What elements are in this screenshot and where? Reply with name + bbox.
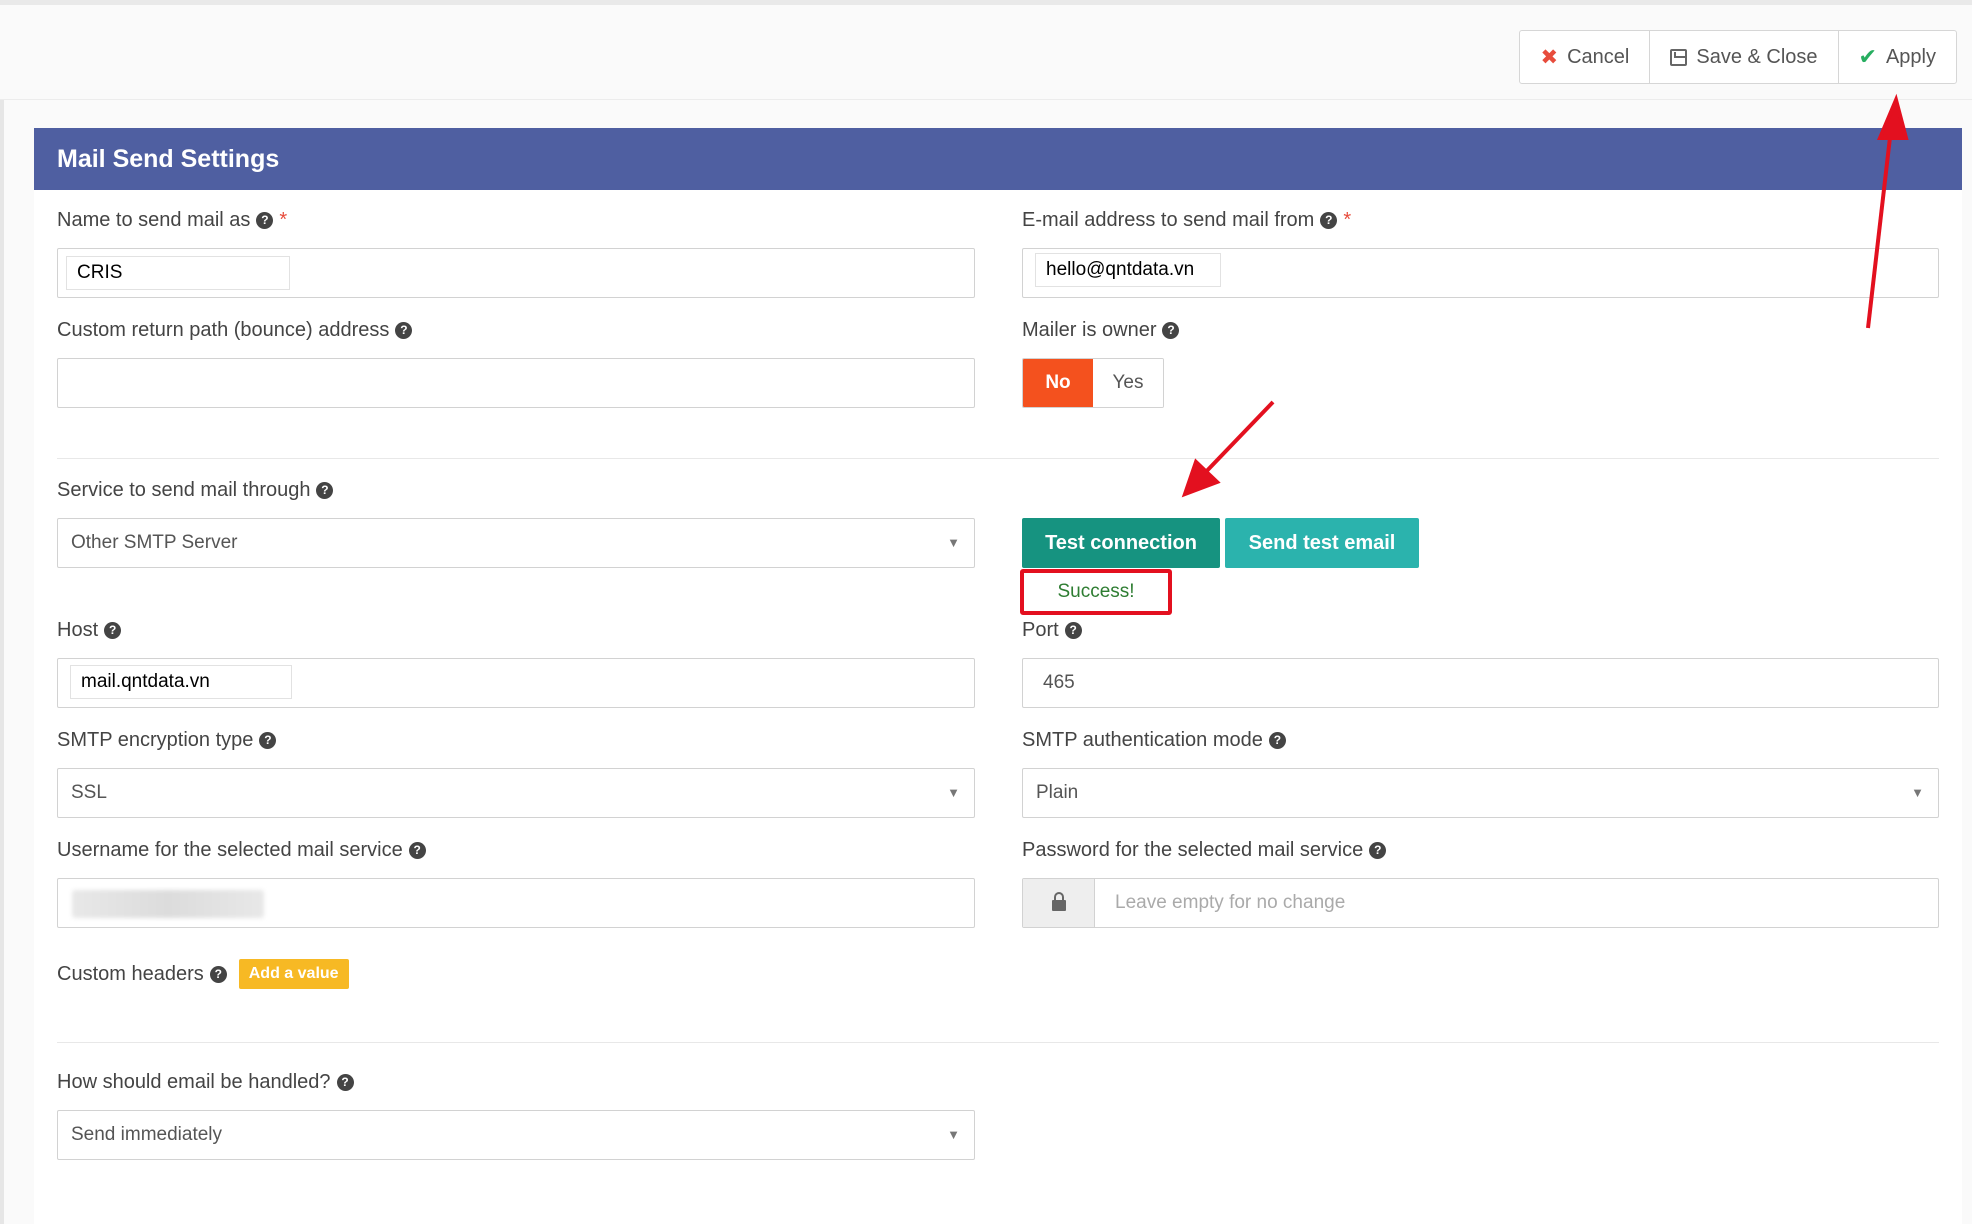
cancel-label: Cancel bbox=[1567, 45, 1630, 68]
port-label: Port bbox=[1022, 619, 1059, 641]
caret-down-icon: ▼ bbox=[1911, 785, 1924, 800]
help-icon[interactable]: ? bbox=[1369, 841, 1387, 859]
username-label: Username for the selected mail service bbox=[57, 839, 403, 861]
cancel-button[interactable]: ✖ Cancel bbox=[1520, 31, 1651, 83]
username-input[interactable] bbox=[57, 878, 975, 928]
help-icon[interactable]: ? bbox=[104, 621, 122, 639]
handling-select[interactable]: Send immediately ▼ bbox=[57, 1110, 975, 1160]
auth-mode-value: Plain bbox=[1036, 782, 1079, 803]
service-label: Service to send mail through bbox=[57, 479, 311, 501]
password-field: Password for the selected mail service ? bbox=[1022, 836, 1387, 864]
close-icon: ✖ bbox=[1540, 45, 1559, 69]
check-icon: ✔ bbox=[1858, 44, 1877, 69]
handling-label: How should email be handled? bbox=[57, 1071, 331, 1093]
host-input[interactable]: mail.qntdata.vn bbox=[57, 658, 975, 708]
from-name-label: Name to send mail as bbox=[57, 209, 251, 231]
custom-headers-field: Custom headers ? Add a value bbox=[57, 959, 349, 989]
service-value: Other SMTP Server bbox=[71, 532, 238, 553]
help-icon[interactable]: ? bbox=[408, 841, 426, 859]
save-close-label: Save & Close bbox=[1696, 45, 1818, 68]
toggle-no-option[interactable]: No bbox=[1023, 359, 1093, 407]
port-field: Port ? bbox=[1022, 616, 1082, 644]
mailer-owner-toggle: No Yes bbox=[1022, 358, 1164, 408]
help-icon[interactable]: ? bbox=[316, 481, 334, 499]
toggle-yes-option[interactable]: Yes bbox=[1093, 359, 1163, 407]
auth-mode-label: SMTP authentication mode bbox=[1022, 729, 1263, 751]
custom-headers-label: Custom headers bbox=[57, 963, 204, 985]
test-connection-button[interactable]: Test connection bbox=[1022, 518, 1220, 568]
mailer-owner-field: Mailer is owner ? bbox=[1022, 316, 1180, 344]
lock-icon bbox=[1051, 892, 1066, 911]
encryption-field: SMTP encryption type ? bbox=[57, 726, 277, 754]
encryption-label: SMTP encryption type bbox=[57, 729, 254, 751]
encryption-select[interactable]: SSL ▼ bbox=[57, 768, 975, 818]
section-divider bbox=[57, 458, 1939, 459]
redacted-username bbox=[72, 890, 264, 918]
from-email-value: hello@qntdata.vn bbox=[1035, 253, 1221, 287]
mail-send-settings-card: Mail Send Settings Name to send mail as … bbox=[34, 128, 1962, 1224]
port-input[interactable]: 465 bbox=[1022, 658, 1939, 708]
save-icon bbox=[1670, 48, 1688, 66]
encryption-value: SSL bbox=[71, 782, 107, 803]
caret-down-icon: ▼ bbox=[947, 785, 960, 800]
card-title: Mail Send Settings bbox=[34, 128, 1962, 190]
apply-button[interactable]: ✔ Apply bbox=[1839, 31, 1956, 83]
handling-value: Send immediately bbox=[71, 1124, 223, 1145]
toolbar: ✖ Cancel Save & Close ✔ Apply bbox=[0, 0, 1972, 100]
section-divider bbox=[57, 1042, 1939, 1043]
service-field: Service to send mail through ? bbox=[57, 476, 334, 504]
from-email-label: E-mail address to send mail from bbox=[1022, 209, 1315, 231]
from-email-input[interactable]: hello@qntdata.vn bbox=[1022, 248, 1939, 298]
help-icon[interactable]: ? bbox=[1268, 731, 1286, 749]
help-icon[interactable]: ? bbox=[209, 965, 227, 983]
caret-down-icon: ▼ bbox=[947, 535, 960, 550]
help-icon[interactable]: ? bbox=[336, 1073, 354, 1091]
apply-label: Apply bbox=[1885, 45, 1936, 68]
help-icon[interactable]: ? bbox=[259, 731, 277, 749]
auth-mode-select[interactable]: Plain ▼ bbox=[1022, 768, 1939, 818]
mailer-owner-label: Mailer is owner bbox=[1022, 319, 1157, 341]
toolbar-button-group: ✖ Cancel Save & Close ✔ Apply bbox=[1519, 30, 1957, 84]
from-name-field: Name to send mail as ? * bbox=[57, 206, 287, 234]
username-field: Username for the selected mail service ? bbox=[57, 836, 426, 864]
help-icon[interactable]: ? bbox=[395, 321, 413, 339]
add-value-button[interactable]: Add a value bbox=[238, 959, 349, 989]
save-close-button[interactable]: Save & Close bbox=[1650, 31, 1839, 83]
caret-down-icon: ▼ bbox=[947, 1127, 960, 1142]
required-marker: * bbox=[279, 209, 288, 231]
password-placeholder: Leave empty for no change bbox=[1115, 892, 1346, 913]
return-path-input[interactable] bbox=[57, 358, 975, 408]
handling-field: How should email be handled? ? bbox=[57, 1068, 354, 1096]
help-icon[interactable]: ? bbox=[1162, 321, 1180, 339]
required-marker: * bbox=[1343, 209, 1352, 231]
host-label: Host bbox=[57, 619, 99, 641]
host-value: mail.qntdata.vn bbox=[70, 665, 292, 699]
send-test-email-button[interactable]: Send test email bbox=[1225, 518, 1419, 568]
help-icon[interactable]: ? bbox=[256, 211, 274, 229]
host-field: Host ? bbox=[57, 616, 122, 644]
help-icon[interactable]: ? bbox=[1064, 621, 1082, 639]
from-name-input[interactable]: CRIS bbox=[57, 248, 975, 298]
service-select[interactable]: Other SMTP Server ▼ bbox=[57, 518, 975, 568]
help-icon[interactable]: ? bbox=[1320, 211, 1338, 229]
return-path-label: Custom return path (bounce) address bbox=[57, 319, 390, 341]
lock-addon bbox=[1023, 879, 1095, 927]
auth-mode-field: SMTP authentication mode ? bbox=[1022, 726, 1286, 754]
password-label: Password for the selected mail service bbox=[1022, 839, 1364, 861]
from-email-field: E-mail address to send mail from ? * bbox=[1022, 206, 1351, 234]
port-value: 465 bbox=[1043, 672, 1075, 693]
password-input[interactable]: Leave empty for no change bbox=[1022, 878, 1939, 928]
return-path-field: Custom return path (bounce) address ? bbox=[57, 316, 413, 344]
content-area: Mail Send Settings Name to send mail as … bbox=[0, 100, 1972, 1224]
from-name-value: CRIS bbox=[66, 256, 290, 290]
connection-status: Success! bbox=[1020, 569, 1172, 615]
